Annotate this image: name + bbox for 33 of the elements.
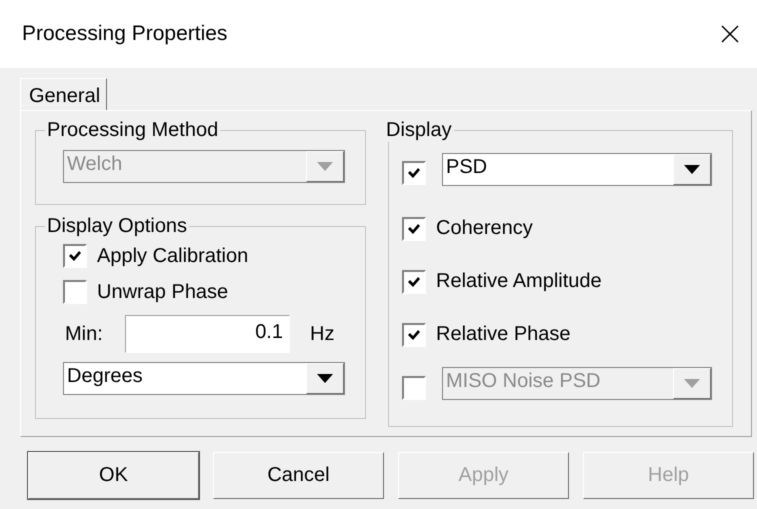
- checkbox[interactable]: [402, 216, 426, 240]
- close-icon[interactable]: [721, 25, 739, 43]
- group-title: Display Options: [46, 215, 188, 238]
- caret-icon: [317, 374, 333, 383]
- check-icon: [407, 276, 421, 288]
- checkbox-label: Coherency: [436, 217, 533, 240]
- input-field[interactable]: 0.1: [125, 315, 290, 353]
- group-title: Processing Method: [46, 119, 220, 142]
- checkbox[interactable]: [402, 322, 426, 346]
- checkbox[interactable]: [63, 280, 87, 304]
- checkbox-label: Relative Phase: [436, 323, 571, 346]
- check-icon: [407, 167, 421, 179]
- dropdown[interactable]: Degrees: [63, 362, 345, 395]
- dropdown[interactable]: PSD: [442, 152, 712, 186]
- caret-icon: [684, 379, 700, 388]
- checkbox-label: Relative Amplitude: [436, 270, 602, 293]
- checkbox[interactable]: [402, 270, 426, 294]
- tab[interactable]: General: [20, 78, 108, 110]
- dialog-button[interactable]: OK: [28, 452, 199, 499]
- checkbox[interactable]: [402, 161, 426, 185]
- check-icon: [68, 250, 82, 262]
- checkbox-label: Apply Calibration: [97, 244, 248, 268]
- check-icon: [407, 222, 421, 234]
- window-title: Processing Properties: [22, 22, 228, 46]
- checkbox-label: Unwrap Phase: [97, 280, 228, 304]
- field-label: Min:: [65, 322, 104, 346]
- caret-icon: [684, 164, 700, 174]
- group-title: Display: [385, 119, 453, 142]
- checkbox[interactable]: [63, 244, 87, 268]
- caret-icon: [317, 162, 333, 171]
- check-icon: [407, 328, 421, 340]
- unit-label: Hz: [310, 322, 334, 346]
- dialog-button[interactable]: Cancel: [213, 452, 384, 499]
